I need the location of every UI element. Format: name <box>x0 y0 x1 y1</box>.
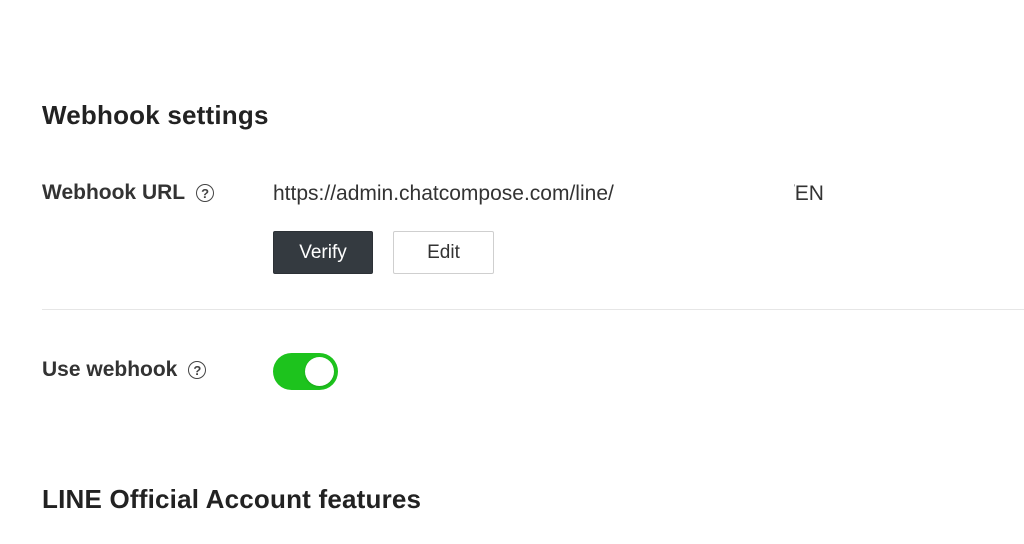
toggle-knob <box>305 357 334 386</box>
redacted-area <box>668 178 794 214</box>
use-webhook-label-group: Use webhook ? <box>42 358 207 382</box>
webhook-url-label-group: Webhook URL ? <box>42 181 215 205</box>
section-divider <box>42 309 1024 310</box>
edit-button[interactable]: Edit <box>393 231 494 274</box>
line-features-title: LINE Official Account features <box>42 484 422 514</box>
verify-button[interactable]: Verify <box>273 231 373 274</box>
use-webhook-toggle[interactable] <box>273 353 338 390</box>
webhook-url-label: Webhook URL <box>42 181 186 204</box>
use-webhook-label: Use webhook <box>42 358 178 381</box>
help-icon[interactable]: ? <box>196 184 215 202</box>
help-icon[interactable]: ? <box>188 361 207 379</box>
webhook-settings-page: Webhook settings Webhook URL ? https://a… <box>0 0 1024 544</box>
webhook-settings-title: Webhook settings <box>42 100 269 130</box>
